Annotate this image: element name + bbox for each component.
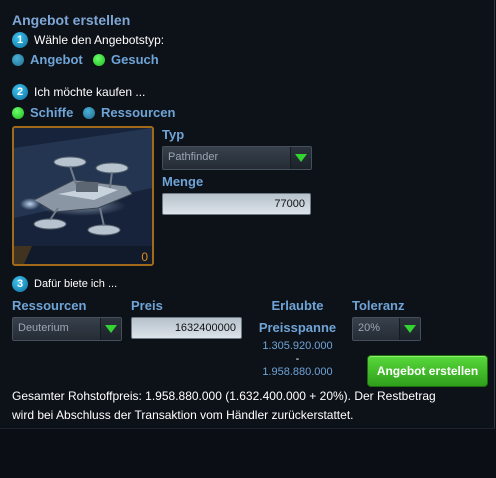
preisspanne-label: Preisspanne — [258, 320, 337, 335]
step-3-label: Dafür biete ich ... — [34, 278, 118, 290]
typ-label: Typ — [162, 127, 185, 142]
ship-count: 0 — [141, 250, 148, 264]
price-range-max: 1.958.880.000 — [262, 366, 333, 378]
radio-angebot[interactable] — [12, 54, 24, 66]
radio-schiffe-label[interactable]: Schiffe — [30, 105, 73, 120]
ship-image-frame[interactable]: 0 — [12, 126, 154, 266]
chevron-down-icon[interactable] — [399, 318, 420, 340]
create-offer-button[interactable]: Angebot erstellen — [367, 355, 488, 387]
ressourcen-label: Ressourcen — [12, 298, 87, 313]
resource-value: Deuterium — [18, 322, 69, 334]
radio-gesuch-label[interactable]: Gesuch — [111, 52, 159, 67]
pathfinder-ship-icon — [14, 128, 152, 264]
erlaubte-label: Erlaubte — [271, 298, 324, 313]
radio-ressourcen-label[interactable]: Ressourcen — [101, 105, 175, 120]
resource-select[interactable]: Deuterium — [12, 317, 122, 341]
step-1-badge: 1 — [12, 32, 28, 48]
ship-type-select[interactable]: Pathfinder — [162, 146, 312, 170]
chevron-down-icon[interactable] — [100, 318, 121, 340]
chevron-down-icon[interactable] — [290, 147, 311, 169]
summary-line-1: Gesamter Rohstoffpreis: 1.958.880.000 (1… — [12, 389, 436, 403]
menge-label: Menge — [162, 174, 204, 189]
toleranz-label: Toleranz — [352, 298, 405, 313]
step-2-label: Ich möchte kaufen ... — [34, 85, 146, 99]
price-range-separator: - — [295, 353, 300, 365]
summary-text: Gesamter Rohstoffpreis: 1.958.880.000 (1… — [12, 387, 488, 425]
tolerance-value: 20% — [358, 322, 381, 334]
ship-type-value: Pathfinder — [168, 151, 219, 163]
step-3-badge: 3 — [12, 276, 28, 292]
price-range-min: 1.305.920.000 — [262, 340, 333, 352]
preis-label: Preis — [131, 298, 163, 313]
tolerance-select[interactable]: 20% — [352, 317, 421, 341]
radio-gesuch[interactable] — [93, 54, 105, 66]
step-1-label: Wähle den Angebotstyp: — [34, 33, 165, 47]
quantity-input[interactable]: 77000 — [162, 193, 311, 215]
summary-line-2: wird bei Abschluss der Transaktion vom H… — [12, 408, 354, 422]
price-input[interactable]: 1632400000 — [131, 317, 242, 339]
radio-angebot-label[interactable]: Angebot — [30, 52, 83, 67]
radio-ressourcen[interactable] — [83, 107, 95, 119]
page-title: Angebot erstellen — [12, 12, 131, 28]
radio-schiffe[interactable] — [12, 107, 24, 119]
step-2-badge: 2 — [12, 84, 28, 100]
